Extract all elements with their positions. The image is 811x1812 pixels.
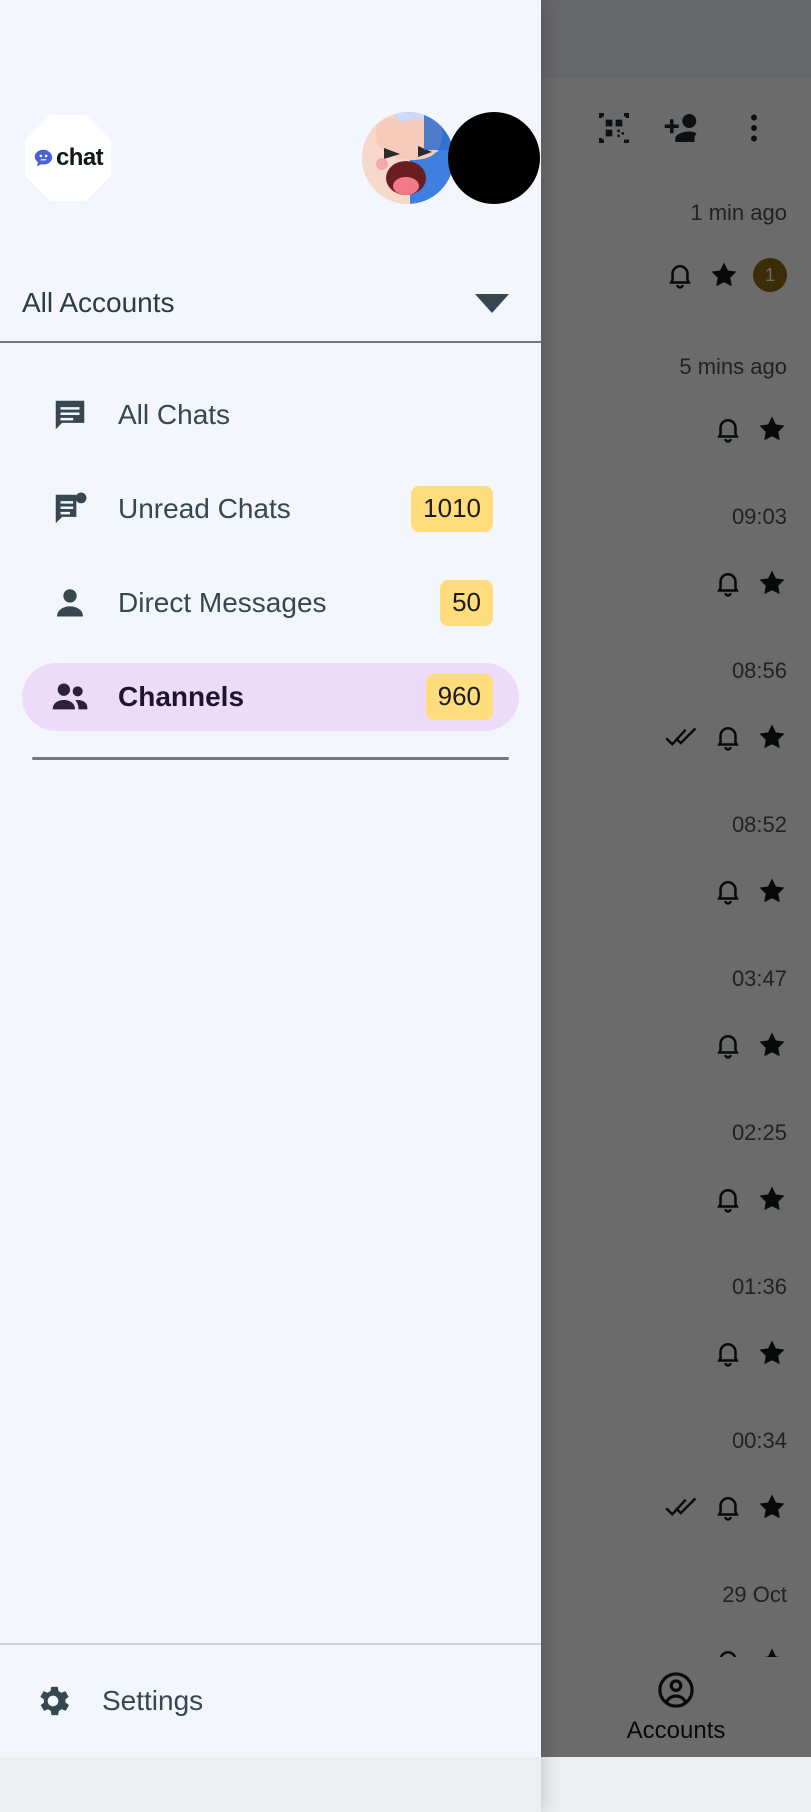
star-icon[interactable]	[709, 260, 739, 290]
drawer-gesture-bar	[0, 1757, 541, 1812]
sidebar-item-settings[interactable]: Settings	[0, 1643, 541, 1757]
chat-row-meta	[697, 1646, 787, 1657]
account-circle-icon	[658, 1672, 694, 1708]
chat-row-meta	[697, 1338, 787, 1368]
sidebar-item-channels[interactable]: Channels 960	[22, 663, 519, 731]
speech-bubble-icon	[34, 149, 53, 166]
bell-icon[interactable]	[665, 260, 695, 290]
app-logo[interactable]: chat	[25, 115, 111, 201]
chevron-down-icon[interactable]	[475, 293, 509, 313]
star-icon[interactable]	[757, 414, 787, 444]
bell-icon[interactable]	[713, 568, 743, 598]
star-icon[interactable]	[757, 1492, 787, 1522]
chat-time: 1 min ago	[690, 200, 787, 225]
avatar[interactable]	[448, 112, 540, 204]
people-group-icon	[50, 677, 90, 717]
chat-bubble-icon	[50, 395, 90, 435]
avatar[interactable]	[362, 112, 454, 204]
sidebar-item-badge: 960	[425, 674, 493, 720]
chat-time: 08:56	[731, 658, 787, 683]
account-selector[interactable]: All Accounts	[0, 265, 541, 343]
chat-row-meta: 1	[649, 258, 787, 292]
star-icon[interactable]	[757, 1184, 787, 1214]
chat-time: 00:34	[731, 1428, 787, 1453]
star-icon[interactable]	[757, 1646, 787, 1657]
chat-time: 01:36	[731, 1274, 787, 1299]
chat-row-meta	[649, 722, 787, 752]
chat-time: 29 Oct	[722, 1582, 787, 1607]
star-icon[interactable]	[757, 876, 787, 906]
chat-row-meta	[697, 1030, 787, 1060]
app-logo-label: chat	[56, 144, 104, 171]
bell-icon[interactable]	[713, 1646, 743, 1657]
drawer-divider	[32, 757, 509, 760]
chat-time: 08:52	[731, 812, 787, 837]
star-icon[interactable]	[757, 722, 787, 752]
chat-time: 5 mins ago	[679, 354, 787, 379]
overflow-menu-icon[interactable]	[719, 93, 789, 163]
sidebar-item-label: Channels	[118, 681, 245, 712]
unread-count-badge: 1	[753, 258, 787, 292]
gear-icon	[32, 1680, 74, 1722]
add-person-icon[interactable]	[649, 93, 719, 163]
sidebar-item-label: All Chats	[118, 399, 231, 430]
star-icon[interactable]	[757, 1030, 787, 1060]
sidebar-item-label: Direct Messages	[118, 587, 327, 618]
chat-unread-icon	[50, 489, 90, 529]
chat-row-meta	[697, 1184, 787, 1214]
double-check-icon	[665, 727, 697, 747]
drawer-header: chat	[0, 0, 541, 265]
drawer-nav-list: All Chats Unread Chats 1010 Direct Messa…	[0, 343, 541, 1643]
qr-code-icon[interactable]	[579, 93, 649, 163]
star-icon[interactable]	[757, 1338, 787, 1368]
chat-time: 02:25	[731, 1120, 787, 1145]
bottom-nav-item-accounts[interactable]: Accounts	[541, 1669, 811, 1745]
chat-time: 09:03	[731, 504, 787, 529]
sidebar-item-badge: 1010	[411, 486, 493, 532]
person-icon	[50, 583, 90, 623]
bell-icon[interactable]	[713, 1184, 743, 1214]
sidebar-item-unread-chats[interactable]: Unread Chats 1010	[22, 475, 519, 543]
bell-icon[interactable]	[713, 414, 743, 444]
chat-time: 03:47	[731, 966, 787, 991]
sidebar-item-label: Settings	[102, 1685, 204, 1716]
bell-icon[interactable]	[713, 876, 743, 906]
double-check-icon	[665, 1497, 697, 1517]
bell-icon[interactable]	[713, 722, 743, 752]
sidebar-item-all-chats[interactable]: All Chats	[22, 381, 519, 449]
chat-row-meta	[697, 568, 787, 598]
bell-icon[interactable]	[713, 1030, 743, 1060]
navigation-drawer: chat All Accounts All Chats Unread Chats…	[0, 0, 541, 1812]
sidebar-item-direct-messages[interactable]: Direct Messages 50	[22, 569, 519, 637]
sidebar-item-label: Unread Chats	[118, 493, 291, 524]
sidebar-item-badge: 50	[440, 580, 493, 626]
account-selector-label: All Accounts	[22, 287, 175, 318]
bottom-nav-label: Accounts	[626, 1717, 726, 1744]
bell-icon[interactable]	[713, 1338, 743, 1368]
chat-row-meta	[649, 1492, 787, 1522]
app-screen: essenger 1 min ago 1 a (FSCI) 5 mins ago	[0, 0, 811, 1812]
chat-row-meta	[697, 414, 787, 444]
bell-icon[interactable]	[713, 1492, 743, 1522]
chat-row-meta	[697, 876, 787, 906]
star-icon[interactable]	[757, 568, 787, 598]
